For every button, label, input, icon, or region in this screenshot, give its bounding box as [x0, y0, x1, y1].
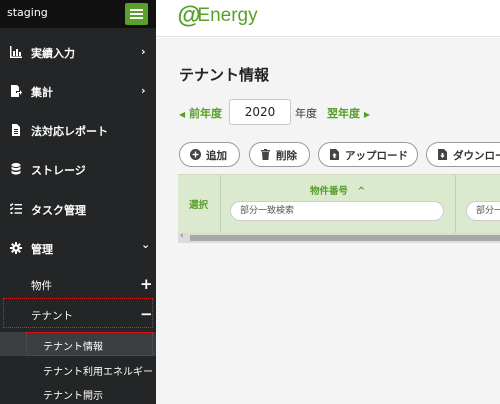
- select-column-header: 選択: [178, 175, 220, 233]
- sidebar-item-storage[interactable]: ストレージ: [0, 150, 156, 189]
- chevron-right-icon: ›: [141, 45, 146, 58]
- scroll-left-icon[interactable]: ‹: [180, 231, 184, 241]
- sidebar-item-legal-report[interactable]: 法対応レポート: [0, 111, 156, 150]
- caret-right-icon: ▶: [363, 110, 370, 119]
- menu-toggle-button[interactable]: [125, 3, 148, 25]
- expand-plus-icon[interactable]: +: [140, 275, 153, 293]
- sort-asc-icon: ^: [357, 186, 366, 197]
- column-divider: [455, 175, 456, 233]
- next-year-label: 翌年度: [327, 107, 360, 120]
- download-button-label: ダウンロード: [453, 150, 500, 162]
- tenant-grid: 選択 物件番号 ^ 部分一致検索 部分一致検索 ‹: [178, 174, 500, 243]
- page-title: テナント情報: [179, 66, 270, 84]
- add-button-label: 追加: [206, 150, 227, 162]
- delete-button[interactable]: 削除: [249, 142, 310, 167]
- task-list-icon: [10, 203, 22, 214]
- file-download-icon: [438, 149, 447, 160]
- upload-button[interactable]: アップロード: [318, 142, 418, 167]
- file-upload-icon: [330, 149, 339, 160]
- env-label: staging: [7, 6, 48, 19]
- sidebar-item-label: 実績入力: [31, 47, 75, 60]
- chevron-down-icon: ⌄: [141, 238, 151, 251]
- sidebar-subsubitem-label: テナント開示: [43, 391, 103, 402]
- sidebar-item-label: ストレージ: [31, 164, 86, 177]
- sidebar-subsubitem-tenant-disclosure[interactable]: テナント開示: [0, 381, 156, 404]
- column-header-label: 物件番号: [310, 186, 349, 197]
- sidebar-item-aggregation[interactable]: 集計 ›: [0, 72, 156, 111]
- chevron-right-icon: ›: [141, 84, 146, 97]
- app-logo[interactable]: @Energy: [177, 2, 261, 30]
- add-button[interactable]: 追加: [179, 142, 240, 167]
- scrollbar-thumb[interactable]: [190, 235, 500, 241]
- plus-circle-icon: [190, 149, 201, 160]
- select-column-label: 選択: [189, 200, 209, 211]
- year-unit-label: 年度: [295, 107, 317, 120]
- bar-chart-icon: [10, 46, 22, 58]
- hamburger-icon: [130, 9, 143, 11]
- sidebar-item-label: 法対応レポート: [31, 125, 108, 138]
- main-content: テナント情報 ◀ 前年度 2020 年度 翌年度 ▶ 追加 削除 アップロード …: [156, 38, 500, 404]
- gear-icon: [10, 242, 22, 254]
- sidebar-item-label: 集計: [31, 86, 53, 99]
- file-export-icon: [11, 85, 22, 97]
- caret-left-icon: ◀: [179, 110, 186, 119]
- year-input[interactable]: 2020: [229, 99, 291, 125]
- highlight-box-tenant-info: [26, 332, 153, 356]
- delete-button-label: 削除: [276, 150, 297, 162]
- sidebar-subitem-label: 物件: [31, 280, 52, 292]
- sidebar-item-label: 管理: [31, 243, 53, 256]
- previous-year-label: 前年度: [189, 107, 222, 120]
- previous-year-link[interactable]: ◀ 前年度: [179, 105, 222, 121]
- sidebar-item-task-management[interactable]: タスク管理: [0, 190, 156, 229]
- sidebar-subitem-property[interactable]: 物件 +: [0, 272, 156, 299]
- horizontal-scrollbar[interactable]: ‹: [178, 231, 500, 243]
- env-bar: staging: [0, 0, 156, 28]
- highlight-box-tenant: [3, 298, 153, 328]
- database-icon: [11, 163, 21, 175]
- sidebar-item-performance-input[interactable]: 実績入力 ›: [0, 33, 156, 72]
- trash-icon: [261, 149, 270, 160]
- sidebar-item-admin[interactable]: 管理 ⌄: [0, 229, 156, 268]
- logo-text: Energy: [197, 5, 258, 26]
- sidebar-subsubitem-tenant-energy[interactable]: テナント利用エネルギー: [0, 357, 156, 381]
- property-number-filter-input[interactable]: 部分一致検索: [230, 201, 444, 221]
- sidebar-item-label: タスク管理: [31, 204, 86, 217]
- document-icon: [12, 124, 20, 136]
- column-2-filter-input[interactable]: 部分一致検索: [466, 201, 500, 221]
- property-number-column-header[interactable]: 物件番号 ^: [310, 183, 365, 197]
- sidebar: staging 実績入力 › 集計 › 法対応レポート ストレージ タスク管理 …: [0, 0, 156, 404]
- next-year-link[interactable]: 翌年度 ▶: [327, 105, 370, 121]
- upload-button-label: アップロード: [345, 150, 408, 162]
- top-header: @Energy: [156, 0, 500, 37]
- download-button[interactable]: ダウンロード: [426, 142, 500, 167]
- column-divider: [220, 175, 221, 233]
- sidebar-subsubitem-label: テナント利用エネルギー: [43, 367, 153, 378]
